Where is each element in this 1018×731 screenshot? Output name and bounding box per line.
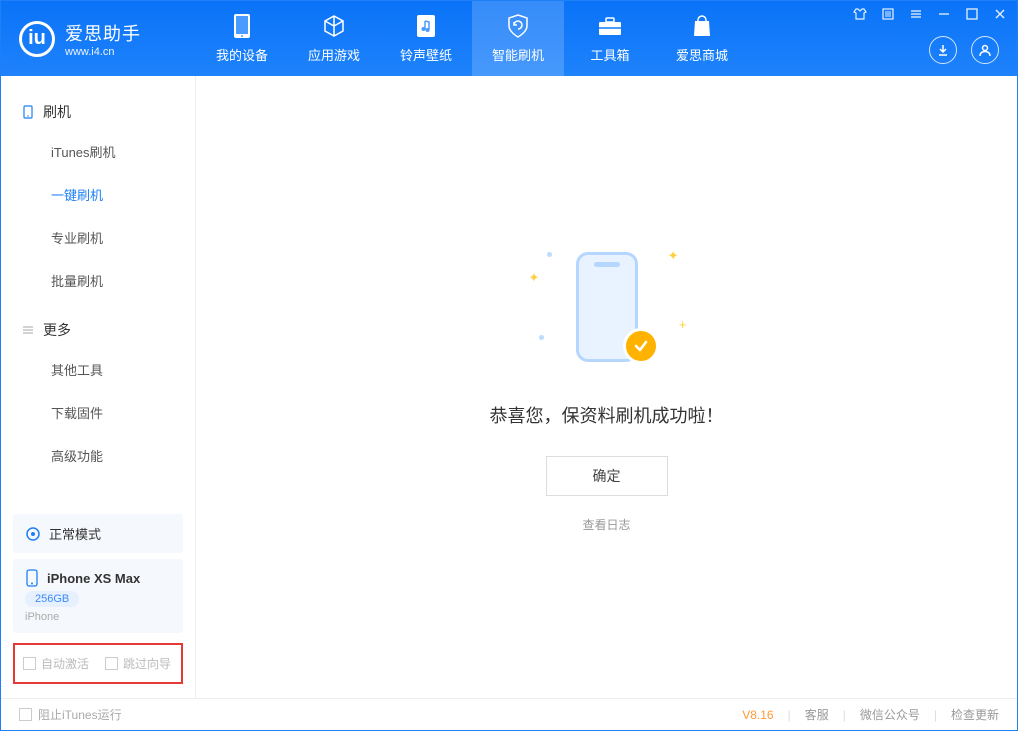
success-message: 恭喜您，保资料刷机成功啦！	[490, 402, 724, 428]
skip-guide-checkbox[interactable]: 跳过向导	[105, 655, 171, 672]
sidebar-item-download-firmware[interactable]: 下载固件	[1, 391, 195, 434]
status-bar: 阻止iTunes运行 V8.16 | 客服 | 微信公众号 | 检查更新	[1, 698, 1017, 730]
bag-icon	[689, 13, 715, 39]
skip-guide-label: 跳过向导	[123, 655, 171, 672]
separator: |	[934, 708, 937, 722]
nav-label: 应用游戏	[308, 45, 360, 64]
block-itunes-label: 阻止iTunes运行	[38, 706, 122, 723]
separator: |	[843, 708, 846, 722]
app-name: 爱思助手	[65, 20, 141, 46]
nav-ringtone-wallpaper[interactable]: 铃声壁纸	[380, 1, 472, 76]
check-badge-icon	[623, 328, 659, 364]
sidebar-group-title: 刷机	[43, 102, 71, 122]
sidebar-group-more: 更多	[1, 312, 195, 348]
sparkle-icon: +	[679, 317, 687, 332]
device-icon	[21, 105, 35, 119]
skin-icon[interactable]	[851, 5, 869, 23]
sidebar-item-pro-flash[interactable]: 专业刷机	[1, 216, 195, 259]
auto-activate-checkbox[interactable]: 自动激活	[23, 655, 89, 672]
check-update-link[interactable]: 检查更新	[951, 706, 999, 723]
sidebar-item-advanced[interactable]: 高级功能	[1, 434, 195, 477]
sidebar: 刷机 iTunes刷机 一键刷机 专业刷机 批量刷机 更多 其他工具 下载固件 …	[1, 76, 196, 698]
nav-label: 智能刷机	[492, 45, 544, 64]
view-log-link[interactable]: 查看日志	[582, 516, 630, 533]
app-url: www.i4.cn	[65, 46, 141, 58]
dot-icon	[547, 252, 552, 257]
ok-button[interactable]: 确定	[546, 456, 668, 496]
music-file-icon	[413, 13, 439, 39]
sidebar-group-flash: 刷机	[1, 94, 195, 130]
success-illustration: ✦ ✦ +	[517, 242, 697, 372]
nav-label: 铃声壁纸	[400, 45, 452, 64]
window-controls	[851, 5, 1009, 23]
minimize-button[interactable]	[935, 5, 953, 23]
sparkle-icon: ✦	[529, 270, 540, 286]
toolbox-icon	[597, 13, 623, 39]
device-phone-icon	[25, 569, 39, 587]
nav-label: 爱思商城	[676, 45, 728, 64]
device-box[interactable]: iPhone XS Max 256GB iPhone	[13, 559, 183, 633]
app-logo: iu 爱思助手 www.i4.cn	[1, 20, 196, 58]
sidebar-item-batch-flash[interactable]: 批量刷机	[1, 259, 195, 302]
close-button[interactable]	[991, 5, 1009, 23]
separator: |	[788, 708, 791, 722]
mode-box[interactable]: 正常模式	[13, 514, 183, 553]
sidebar-item-other-tools[interactable]: 其他工具	[1, 348, 195, 391]
logo-icon: iu	[19, 21, 55, 57]
nav-store[interactable]: 爱思商城	[656, 1, 748, 76]
dot-icon	[539, 335, 544, 340]
sidebar-item-itunes-flash[interactable]: iTunes刷机	[1, 130, 195, 173]
device-capacity: 256GB	[25, 591, 79, 607]
list-icon[interactable]	[879, 5, 897, 23]
nav-my-device[interactable]: 我的设备	[196, 1, 288, 76]
block-itunes-checkbox[interactable]: 阻止iTunes运行	[19, 706, 122, 723]
options-row: 自动激活 跳过向导	[13, 643, 183, 684]
shield-refresh-icon	[505, 13, 531, 39]
sidebar-item-oneclick-flash[interactable]: 一键刷机	[1, 173, 195, 216]
nav-toolbox[interactable]: 工具箱	[564, 1, 656, 76]
header-action-icons	[929, 36, 999, 64]
nav-smart-flash[interactable]: 智能刷机	[472, 1, 564, 76]
sidebar-group-title: 更多	[43, 320, 71, 340]
sparkle-icon: ✦	[668, 248, 679, 264]
cube-icon	[321, 13, 347, 39]
mode-icon	[25, 526, 41, 542]
nav-apps-games[interactable]: 应用游戏	[288, 1, 380, 76]
menu-icon[interactable]	[907, 5, 925, 23]
download-icon[interactable]	[929, 36, 957, 64]
auto-activate-label: 自动激活	[41, 655, 89, 672]
checkbox-icon	[19, 708, 32, 721]
main-nav: 我的设备 应用游戏 铃声壁纸 智能刷机 工具箱 爱思商城	[196, 1, 748, 76]
main-content: ✦ ✦ + 恭喜您，保资料刷机成功啦！ 确定 查看日志	[196, 76, 1017, 698]
phone-icon	[229, 13, 255, 39]
device-type: iPhone	[25, 611, 59, 623]
version-label: V8.16	[742, 708, 773, 722]
mode-label: 正常模式	[49, 524, 101, 543]
support-link[interactable]: 客服	[805, 706, 829, 723]
checkbox-icon	[105, 657, 118, 670]
nav-label: 我的设备	[216, 45, 268, 64]
user-icon[interactable]	[971, 36, 999, 64]
maximize-button[interactable]	[963, 5, 981, 23]
checkbox-icon	[23, 657, 36, 670]
more-icon	[21, 323, 35, 337]
wechat-link[interactable]: 微信公众号	[860, 706, 920, 723]
nav-label: 工具箱	[590, 45, 629, 64]
app-header: iu 爱思助手 www.i4.cn 我的设备 应用游戏 铃声壁纸 智能刷机 工具…	[1, 1, 1017, 76]
device-name: iPhone XS Max	[47, 571, 140, 586]
